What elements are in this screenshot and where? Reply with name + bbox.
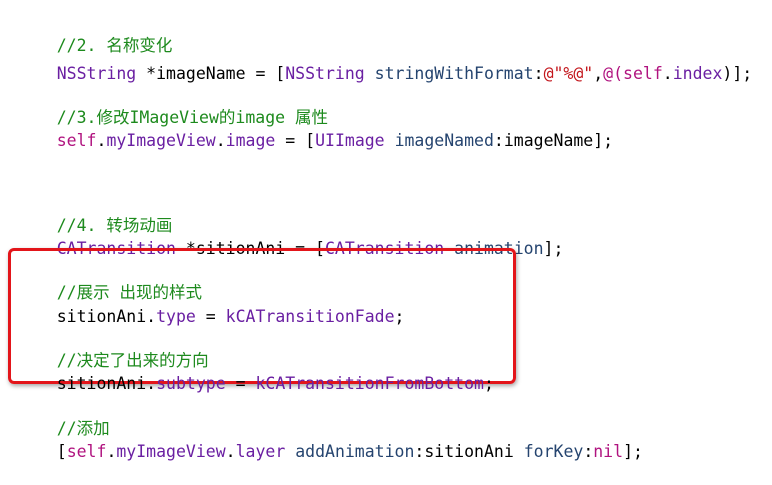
code-line-comment-transition[interactable]: //4. 转场动画: [17, 193, 173, 235]
code-line-set-image[interactable]: self.myImageView.image = [UIImage imageN…: [17, 108, 613, 150]
property-token: myImageView: [116, 442, 226, 461]
class-token: NSString: [285, 64, 365, 83]
constant-token: kCATransitionFromBottom: [255, 374, 484, 393]
keyword-token: self: [66, 442, 107, 461]
string-literal: @"%@": [543, 64, 594, 83]
plain-token: .: [215, 131, 226, 150]
code-line-comment-style[interactable]: //展示 出现的样式: [17, 260, 202, 302]
class-token: NSString: [56, 64, 137, 83]
code-line-comment-direction[interactable]: //决定了出来的方向: [17, 328, 209, 370]
code-line-set-type[interactable]: sitionAni.type = kCATransitionFade;: [17, 284, 405, 326]
property-token: subtype: [156, 374, 226, 393]
property-token: layer: [235, 442, 286, 461]
constant-token: kCATransitionFade: [225, 307, 395, 326]
plain-token: .: [662, 64, 673, 83]
property-token: type: [156, 307, 196, 326]
plain-token: )];: [722, 64, 753, 83]
plain-token: =: [225, 374, 256, 393]
plain-token: .: [96, 131, 107, 150]
plain-token: ];: [543, 239, 564, 258]
plain-token: ,: [593, 64, 604, 83]
plain-token: =: [195, 307, 226, 326]
property-token: image: [225, 131, 276, 150]
code-line-comment-add[interactable]: //添加: [17, 396, 110, 438]
code-line-add-animation[interactable]: [self.myImageView.layer addAnimation:sit…: [17, 419, 643, 461]
method-token: addAnimation: [295, 442, 415, 461]
keyword-token: self: [56, 131, 97, 150]
code-line-comment-name-change[interactable]: //2. 名称变化: [17, 13, 173, 55]
keyword-token: self: [623, 64, 663, 83]
code-line-image-name[interactable]: NSString *imageName = [NSString stringWi…: [17, 41, 752, 83]
property-token: myImageView: [106, 131, 216, 150]
code-line-set-subtype[interactable]: sitionAni.subtype = kCATransitionFromBot…: [17, 351, 494, 393]
plain-token: ];: [623, 442, 643, 461]
plain-token: .: [106, 442, 117, 461]
code-editor[interactable]: //2. 名称变化 NSString *imageName = [NSStrin…: [0, 0, 772, 461]
plain-token: sitionAni.: [56, 374, 157, 393]
plain-token: :imageName];: [493, 131, 614, 150]
plain-token: :sitionAni: [414, 442, 524, 461]
code-line-create-transition[interactable]: CATransition *sitionAni = [CATransition …: [17, 216, 564, 258]
method-token: imageNamed: [394, 131, 494, 150]
plain-token: :: [583, 442, 594, 461]
plain-token: [: [56, 442, 67, 461]
plain-token: ;: [483, 374, 494, 393]
property-token: index: [672, 64, 723, 83]
plain-token: .: [225, 442, 236, 461]
plain-token: = [: [275, 131, 316, 150]
keyword-token: nil: [593, 442, 624, 461]
method-token: forKey: [523, 442, 584, 461]
plain-token: *imageName = [: [136, 64, 286, 83]
plain-token: sitionAni.: [56, 307, 157, 326]
method-token: stringWithFormat: [374, 64, 534, 83]
plain-token: ;: [394, 307, 405, 326]
class-token: UIImage: [315, 131, 385, 150]
keyword-token: @(: [603, 64, 624, 83]
code-line-comment-modify-image[interactable]: //3.修改IMageView的image 属性: [17, 85, 328, 127]
plain-token: :: [533, 64, 544, 83]
